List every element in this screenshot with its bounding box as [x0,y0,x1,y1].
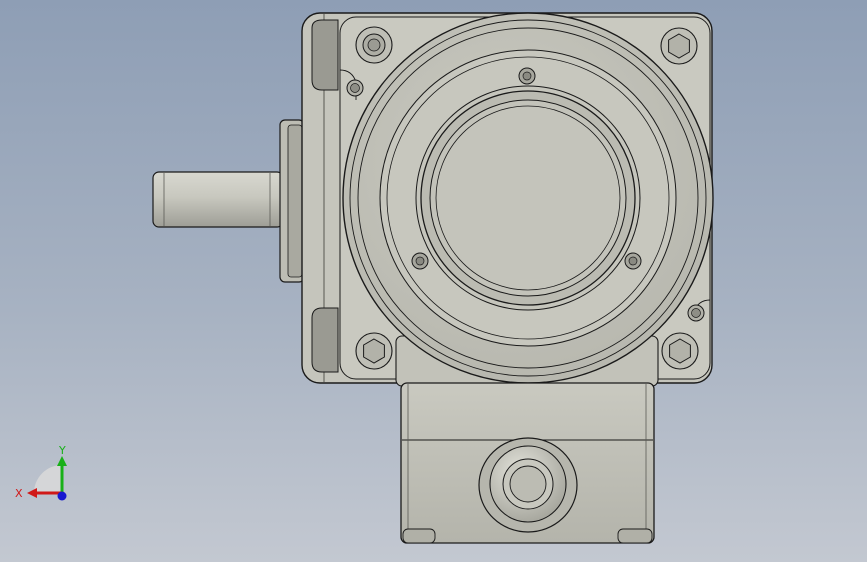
corner-bolt-bottom-right[interactable] [661,332,699,370]
corner-bolt-top-left[interactable] [355,26,393,64]
y-axis-label: Y [58,444,66,457]
shaft-side-flange [279,119,305,283]
cable-gland[interactable] [478,437,578,533]
housing-small-hole-tl [346,79,364,97]
x-axis-arrowhead [27,488,37,498]
y-axis-arrowhead [57,456,67,466]
housing-small-hole-br [687,304,705,322]
output-boss[interactable] [420,90,636,306]
corner-bolt-top-right[interactable] [660,27,698,65]
input-shaft[interactable] [152,171,284,228]
flange-screw-left[interactable] [411,252,429,270]
x-axis-label: X [15,487,23,500]
flange-screw-top[interactable] [518,67,536,85]
z-axis-dot [57,491,67,501]
cad-viewport[interactable]: Y X [0,0,867,562]
cad-model-view[interactable]: Y X [0,0,867,562]
flange-screw-right[interactable] [624,252,642,270]
corner-bolt-bottom-left[interactable] [355,332,393,370]
axis-triad: Y X [15,444,67,501]
